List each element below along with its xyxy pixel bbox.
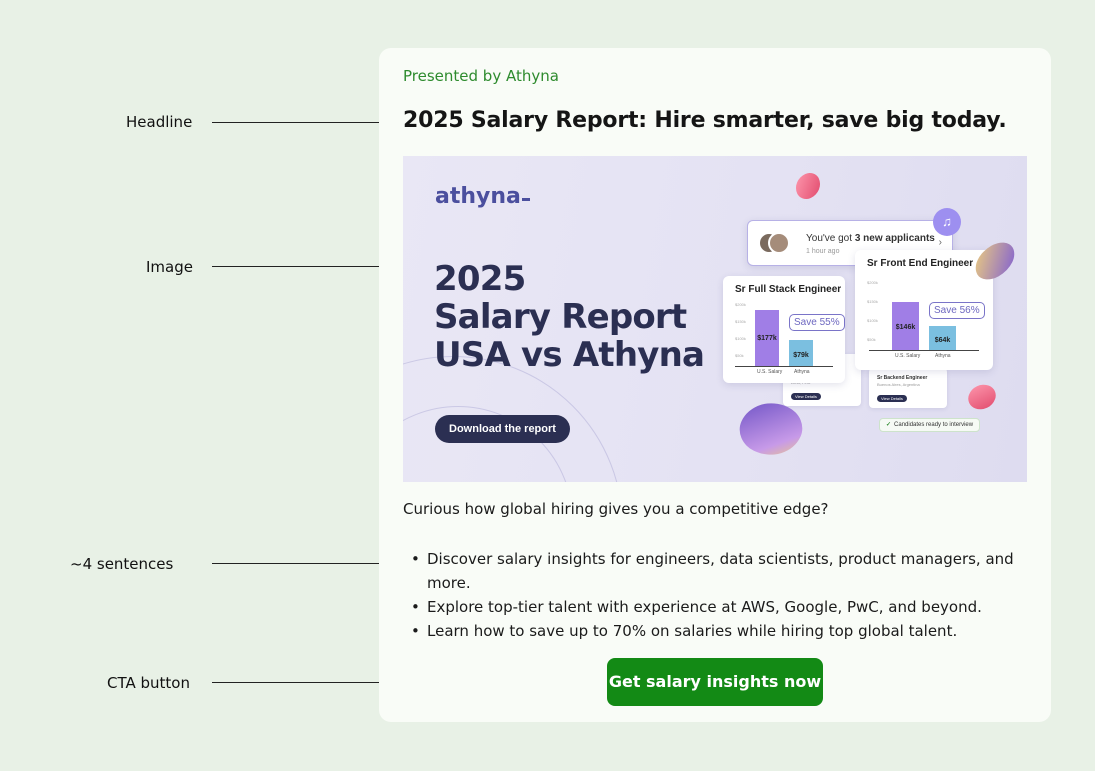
savings-badge: Save 55% [789, 314, 845, 331]
ad-intro-text: Curious how global hiring gives you a co… [403, 500, 829, 518]
check-circle-icon: ✓ [886, 422, 892, 428]
salary-chart-full-stack: Sr Full Stack Engineer $200k $150k $100k… [723, 276, 845, 383]
chart-title: Sr Front End Engineer [867, 258, 974, 269]
tick-label: $150k [735, 319, 746, 324]
candidate-location: Buenos Aires, Argentina [877, 382, 920, 387]
athyna-salary-bar: $64k [929, 326, 956, 350]
view-details-button: View Details [791, 393, 821, 400]
annotation-sentences-label: ~4 sentences [70, 555, 174, 573]
tick-label: $50k [735, 353, 744, 358]
tick-label: $200k [867, 280, 878, 285]
tick-label: $100k [867, 318, 878, 323]
annotation-headline-line [212, 122, 388, 123]
list-item: Explore top-tier talent with experience … [403, 595, 1023, 619]
notification-text: You've got 3 new applicants [806, 233, 935, 244]
petal-decoration [965, 380, 999, 414]
chart-title: Sr Full Stack Engineer [735, 284, 842, 295]
presented-by[interactable]: Presented by Athyna [403, 67, 559, 85]
list-item: Learn how to save up to 70% on salaries … [403, 619, 1023, 643]
annotation-cta-label: CTA button [107, 674, 190, 692]
savings-badge: Save 56% [929, 302, 985, 319]
candidate-role: Sr Backend Engineer [877, 375, 928, 381]
us-salary-bar: $177k [755, 310, 779, 366]
annotation-sentences-line [212, 563, 388, 564]
tick-label: $100k [735, 336, 746, 341]
athyna-salary-bar: $79k [789, 340, 813, 366]
tick-label: $150k [867, 299, 878, 304]
bar-label: Athyna [935, 353, 951, 359]
notification-time: 1 hour ago [806, 248, 840, 255]
chart-axis [735, 366, 833, 367]
bar-label: U.S. Salary [895, 353, 921, 359]
ad-card: Presented by Athyna 2025 Salary Report: … [379, 48, 1051, 722]
chart-axis [869, 350, 979, 351]
list-item: Discover salary insights for engineers, … [403, 547, 1023, 595]
hero-image[interactable]: athyna 2025 Salary Report USA vs Athyna … [403, 156, 1027, 482]
annotation-headline-label: Headline [126, 113, 193, 131]
athyna-logo: athyna [435, 184, 530, 209]
view-details-button: View Details [877, 395, 907, 402]
bar-label: U.S. Salary [757, 369, 783, 375]
annotation-image-label: Image [146, 258, 193, 276]
ad-headline[interactable]: 2025 Salary Report: Hire smarter, save b… [403, 108, 1007, 133]
bell-icon: ♫ [933, 208, 961, 236]
benefit-list: Discover salary insights for engineers, … [403, 547, 1023, 643]
get-salary-insights-button[interactable]: Get salary insights now [607, 658, 823, 706]
candidate-card-right: Sr Backend Engineer Buenos Aires, Argent… [869, 368, 947, 408]
tick-label: $50k [867, 337, 876, 342]
us-salary-bar: $146k [892, 302, 919, 350]
tick-label: $200k [735, 302, 746, 307]
download-report-button[interactable]: Download the report [435, 415, 570, 443]
avatar [768, 232, 790, 254]
candidates-ready-badge: ✓ Candidates ready to interview [879, 418, 981, 432]
chevron-right-icon: › [938, 237, 942, 248]
petal-decoration [791, 169, 825, 203]
applicant-avatars [758, 232, 790, 256]
hero-title: 2025 Salary Report USA vs Athyna [434, 259, 705, 375]
annotation-image-line [212, 266, 388, 267]
bar-label: Athyna [794, 369, 810, 375]
salary-chart-front-end: Sr Front End Engineer $200k $150k $100k … [855, 250, 993, 370]
